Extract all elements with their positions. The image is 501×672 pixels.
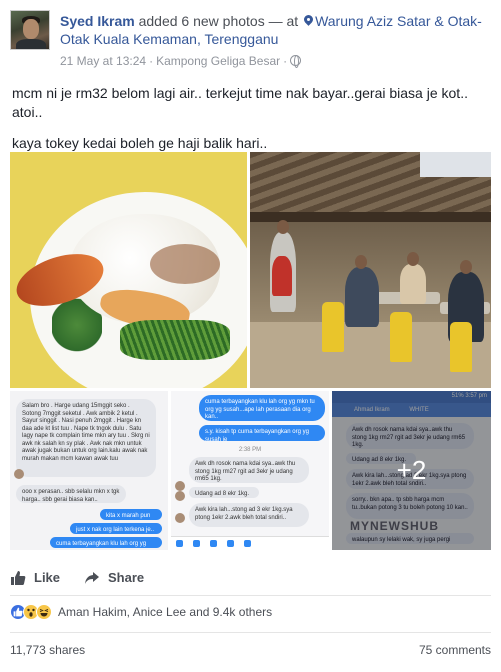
post-meta: Syed Ikram added 6 new photos — at Warun… (60, 12, 500, 48)
post-text-line2: kaya tokey kedai boleh ge haji balik har… (12, 135, 268, 151)
photo-food-plate[interactable] (10, 152, 247, 388)
photo-chat-2[interactable]: cuma terbayangkan klu lah org yg mkn tu … (171, 391, 329, 550)
shares-count[interactable]: 11,773 shares (10, 643, 85, 657)
chat2-message-5: Awk kira lah...stong ad 3 ekr 1kg.sya pt… (189, 503, 309, 527)
post-action-text: added 6 new photos — (138, 13, 283, 29)
chat1-message-1: Salam bro . Harge udang 15mggit seko . S… (16, 399, 156, 477)
photo-chat-1[interactable]: Salam bro . Harge udang 15mggit seko . S… (10, 391, 168, 550)
post-location[interactable]: Kampong Geliga Besar (156, 54, 280, 68)
photo-grid: Salam bro . Harge udang 15mggit seko . S… (10, 152, 491, 550)
chat2-message-2: s.y. kisah tp cuma terbayangkan org yg s… (199, 425, 325, 441)
chat2-message-3: Awk dh rosok nama kdai sya..awk thu ston… (189, 457, 309, 483)
author-name[interactable]: Syed Ikram (60, 13, 135, 29)
chat1-message-4: just x nak org lain terkena je.. (70, 523, 162, 534)
chat2-time: 2:38 PM (238, 447, 262, 453)
chat1-message-2: ooo x perasan.. sbb selalu mkn x tgk har… (16, 485, 126, 503)
thumbs-up-icon (11, 570, 26, 585)
like-label: Like (34, 570, 61, 585)
photo-chat-3-more[interactable]: 51% 3:57 pm Ahmad Ikram WHITE Awk dh ros… (332, 391, 491, 550)
chat2-message-4: Udang ad 8 ekr 1kg. (189, 487, 259, 498)
chat2-message-1: cuma terbayangkan klu lah org yg mkn tu … (199, 395, 325, 421)
author-avatar[interactable] (10, 10, 50, 50)
share-arrow-icon (85, 571, 100, 584)
post-subline: 21 May at 13:24 · Kampong Geliga Besar · (60, 54, 302, 68)
post-text-line1: mcm ni je rm32 belom lagi air.. terkejut… (12, 85, 468, 120)
like-button[interactable]: Like (10, 570, 60, 586)
share-label: Share (108, 570, 145, 585)
reactions-summary[interactable]: Aman Hakim, Anice Lee and 9.4k others (10, 600, 491, 624)
post-stats: 11,773 shares 75 comments (10, 632, 491, 660)
globe-icon[interactable] (290, 55, 302, 68)
post-header: Syed Ikram added 6 new photos — at Warun… (10, 10, 495, 70)
post-date[interactable]: 21 May at 13:24 (60, 54, 146, 68)
chat1-message-5: cuma terbayangkan klu lah org yg mkn (50, 537, 162, 548)
chat2-composer-bar (171, 536, 329, 550)
at-text: at (286, 13, 299, 29)
location-pin-icon (304, 15, 313, 27)
haha-reaction-icon (36, 604, 52, 620)
more-photos-count[interactable]: +2 (332, 391, 491, 550)
chat1-message-3: kita x marah pun (100, 509, 162, 520)
comments-count[interactable]: 75 comments (419, 643, 491, 657)
share-button[interactable]: Share (84, 570, 144, 586)
post-actions: Like Share (10, 560, 491, 596)
reaction-names[interactable]: Aman Hakim, Anice Lee and 9.4k others (58, 605, 272, 619)
photo-restaurant[interactable] (250, 152, 491, 388)
